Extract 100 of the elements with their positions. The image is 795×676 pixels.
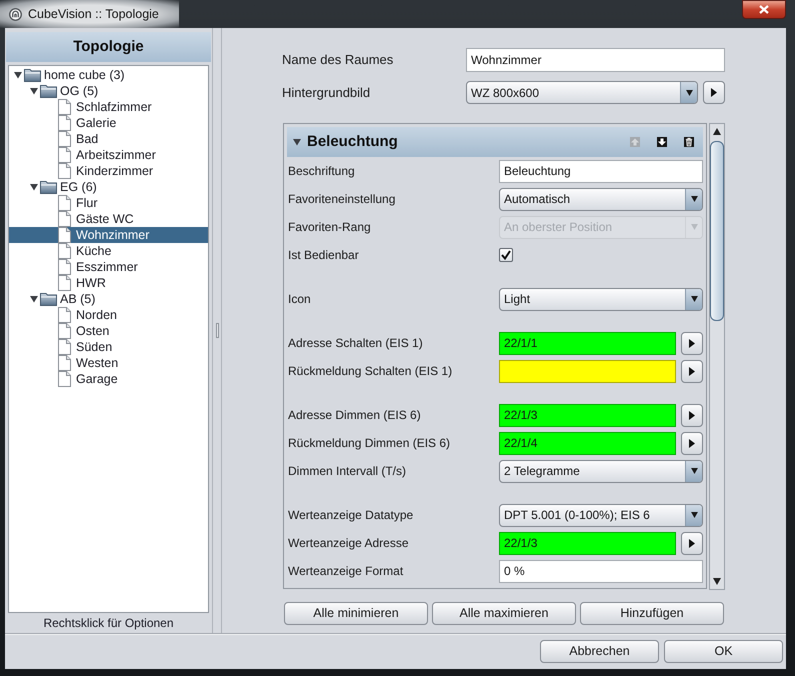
play-icon: [689, 438, 695, 448]
dialog-button[interactable]: Abbrechen: [540, 640, 659, 663]
address-field[interactable]: 22/1/3: [499, 532, 676, 554]
field-label: Name des Raumes: [282, 51, 394, 70]
dropdown[interactable]: 2 Telegramme: [499, 460, 703, 482]
tree-item[interactable]: Süden: [9, 339, 208, 355]
tree-item[interactable]: Norden: [9, 307, 208, 323]
document-icon: [58, 163, 71, 179]
field-label: Rückmeldung Schalten (EIS 1): [287, 363, 454, 380]
play-icon: [689, 366, 695, 376]
field-label: Rückmeldung Dimmen (EIS 6): [287, 435, 452, 452]
field-label: Favoriteneinstellung: [287, 191, 396, 208]
folder-icon: [40, 180, 57, 194]
tree-item[interactable]: Wohnzimmer: [9, 227, 208, 243]
field-label: Beschriftung: [287, 163, 356, 180]
play-icon: [711, 88, 717, 97]
document-icon: [58, 131, 71, 147]
document-icon: [58, 371, 71, 387]
tree-item[interactable]: AB (5): [9, 291, 208, 307]
dropdown[interactable]: Light: [499, 288, 703, 310]
folder-icon: [40, 84, 57, 98]
document-icon: [58, 211, 71, 227]
action-button[interactable]: Hinzufügen: [580, 602, 724, 625]
arrow-up-icon: [630, 137, 640, 147]
tree-item[interactable]: Garage: [9, 371, 208, 387]
field-label: Adresse Schalten (EIS 1): [287, 335, 424, 352]
scroll-thumb[interactable]: [710, 141, 724, 321]
tree-item[interactable]: Flur: [9, 195, 208, 211]
tree-item[interactable]: OG (5): [9, 83, 208, 99]
document-icon: [58, 339, 71, 355]
checkbox[interactable]: [499, 248, 513, 262]
close-icon: [759, 5, 769, 14]
tree-item[interactable]: Westen: [9, 355, 208, 371]
document-icon: [58, 355, 71, 371]
document-icon: [58, 115, 71, 131]
tree-item[interactable]: HWR: [9, 275, 208, 291]
field-label: Ist Bedienbar: [287, 247, 360, 264]
document-icon: [58, 243, 71, 259]
delete-button[interactable]: [684, 137, 694, 147]
triangle-down-icon[interactable]: [293, 138, 301, 146]
move-down-button[interactable]: [657, 137, 667, 147]
grip-icon: [216, 323, 218, 338]
dropdown[interactable]: Automatisch: [499, 188, 703, 210]
address-field[interactable]: [499, 360, 676, 382]
address-field[interactable]: 22/1/3: [499, 404, 676, 426]
tree-item[interactable]: home cube (3): [9, 67, 208, 83]
triangle-down-icon[interactable]: [30, 183, 38, 191]
document-icon: [58, 275, 71, 291]
play-icon: [689, 410, 695, 420]
section-title: Beleuchtung: [307, 132, 398, 152]
text-field[interactable]: Beleuchtung: [499, 160, 703, 182]
field-label: Werteanzeige Adresse: [287, 535, 410, 552]
scroll-down-arrow-icon[interactable]: [713, 578, 721, 585]
tree-item[interactable]: Osten: [9, 323, 208, 339]
dropdown[interactable]: DPT 5.001 (0-100%); EIS 6: [499, 504, 703, 526]
text-field[interactable]: 0 %: [499, 560, 703, 582]
scrollbar[interactable]: [709, 123, 725, 590]
triangle-down-icon[interactable]: [30, 87, 38, 95]
address-select-button[interactable]: [681, 332, 703, 354]
tree-item[interactable]: Esszimmer: [9, 259, 208, 275]
document-icon: [58, 147, 71, 163]
tree-item[interactable]: Küche: [9, 243, 208, 259]
tree-item[interactable]: Gäste WC: [9, 211, 208, 227]
window-title: CubeVision :: Topologie: [28, 6, 159, 23]
checkmark-icon: [501, 250, 511, 260]
trash-icon: [684, 137, 694, 147]
address-field[interactable]: 22/1/1: [499, 332, 676, 354]
close-button[interactable]: [742, 0, 786, 19]
field-label: Dimmen Intervall (T/s): [287, 463, 408, 480]
document-icon: [58, 307, 71, 323]
triangle-down-icon[interactable]: [14, 71, 22, 79]
document-icon: [58, 195, 71, 211]
document-icon: [58, 259, 71, 275]
folder-icon: [24, 68, 41, 82]
field-label: Werteanzeige Datatype: [287, 507, 414, 524]
tree-item[interactable]: Arbeitszimmer: [9, 147, 208, 163]
address-select-button[interactable]: [681, 404, 703, 426]
tree-item[interactable]: Galerie: [9, 115, 208, 131]
dropdown[interactable]: WZ 800x600: [466, 81, 698, 104]
tree-item[interactable]: Bad: [9, 131, 208, 147]
action-button[interactable]: Alle minimieren: [284, 602, 428, 625]
text-field[interactable]: Wohnzimmer: [466, 48, 725, 72]
document-icon: [58, 227, 71, 243]
dialog-button[interactable]: OK: [664, 640, 783, 663]
tree-item[interactable]: EG (6): [9, 179, 208, 195]
tree-item[interactable]: Kinderzimmer: [9, 163, 208, 179]
address-select-button[interactable]: [681, 360, 703, 382]
address-select-button[interactable]: [681, 432, 703, 454]
document-icon: [58, 99, 71, 115]
field-label: Hintergrundbild: [282, 84, 372, 102]
address-select-button[interactable]: [681, 532, 703, 554]
tree-item[interactable]: Schlafzimmer: [9, 99, 208, 115]
field-label: Adresse Dimmen (EIS 6): [287, 407, 422, 424]
scroll-up-arrow-icon[interactable]: [713, 128, 721, 135]
triangle-down-icon[interactable]: [30, 295, 38, 303]
browse-button[interactable]: [703, 81, 725, 104]
action-button[interactable]: Alle maximieren: [432, 602, 576, 625]
field-label: Werteanzeige Format: [287, 563, 404, 580]
panel-header: Topologie: [6, 32, 211, 62]
address-field[interactable]: 22/1/4: [499, 432, 676, 454]
